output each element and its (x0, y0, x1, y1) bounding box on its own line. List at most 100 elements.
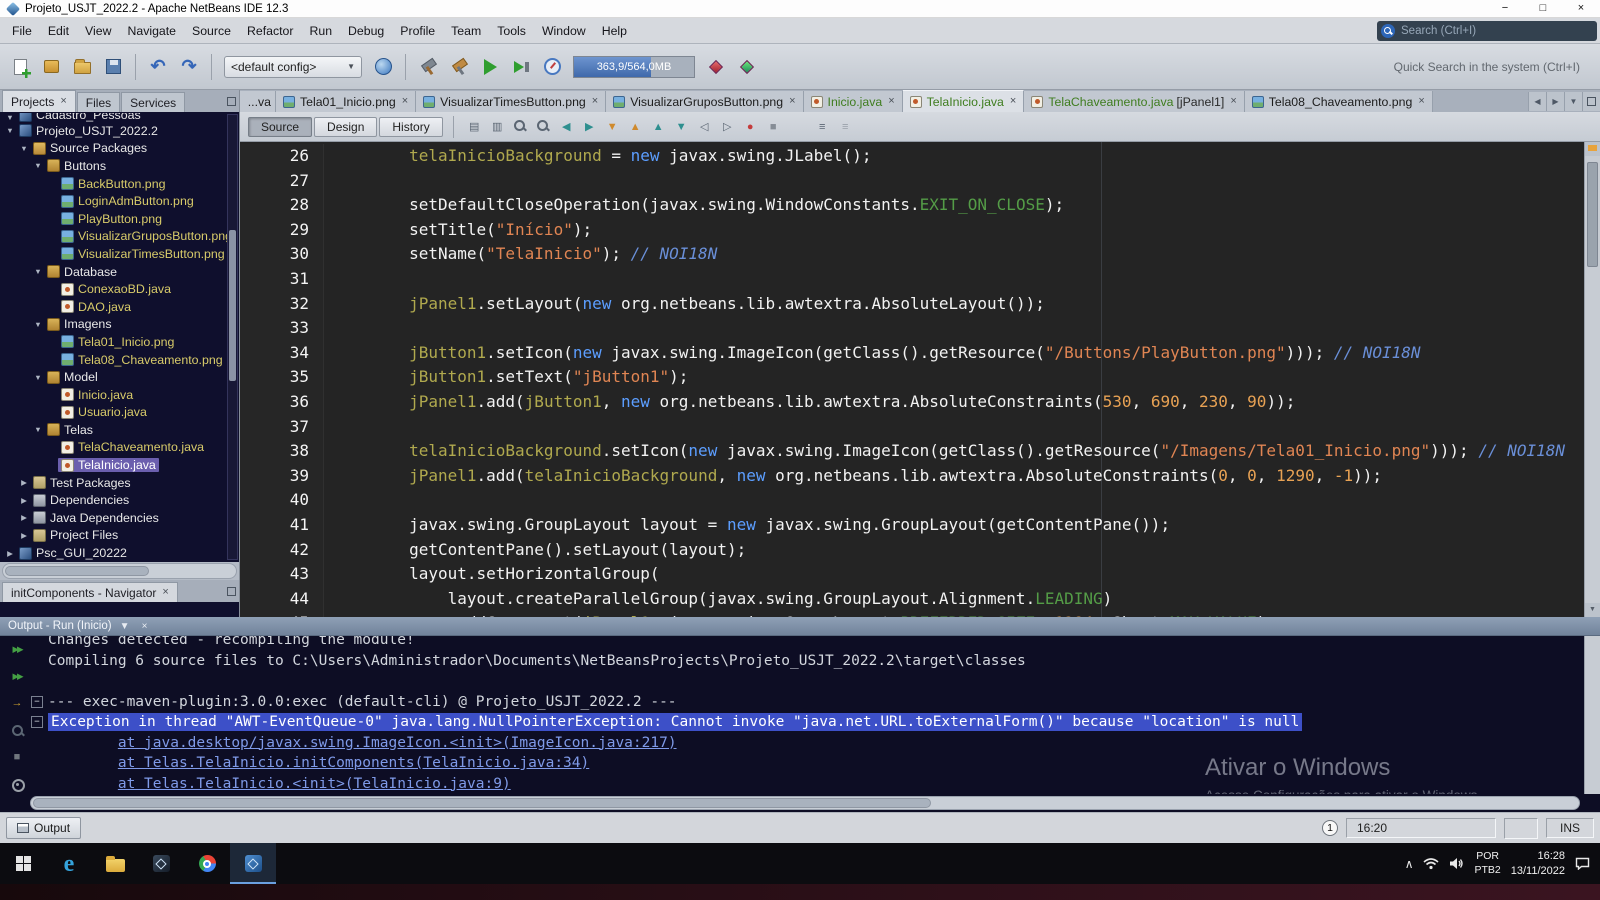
rerun-icon[interactable]: ▶▶ (8, 640, 26, 658)
tree-expand-icon[interactable]: ▶ (18, 531, 30, 540)
tree-item-telainicio-java[interactable]: TelaInicio.java (0, 456, 239, 474)
close-icon[interactable]: × (1230, 96, 1236, 107)
tree-item-telachaveamento-java[interactable]: TelaChaveamento.java (0, 439, 239, 457)
chrome-taskbar-button[interactable] (184, 843, 230, 884)
error-stripe-mark[interactable] (1588, 145, 1597, 151)
scrollbar-thumb[interactable] (1587, 162, 1598, 267)
taskbar-clock[interactable]: 16:28 13/11/2022 (1511, 849, 1565, 879)
close-icon[interactable]: × (592, 96, 598, 107)
editor-tab-va[interactable]: ...va (240, 91, 276, 112)
menu-item-source[interactable]: Source (184, 19, 239, 43)
editor-tab-inicio-java[interactable]: Inicio.java× (804, 91, 903, 112)
scrollbar-thumb[interactable] (5, 566, 149, 576)
redo-button[interactable]: ↷ (175, 53, 203, 81)
menu-item-run[interactable]: Run (301, 19, 340, 43)
editor-tab-telachaveamento-java[interactable]: TelaChaveamento.java [jPanel1]× (1024, 91, 1244, 112)
tree-expand-icon[interactable]: ▶ (4, 549, 16, 558)
panel-tab-services[interactable]: Services (121, 92, 185, 112)
netbeans-active-taskbar-button[interactable] (230, 843, 276, 884)
profile-point-button[interactable] (702, 53, 730, 81)
view-source-button[interactable]: Source (248, 117, 312, 137)
tree-collapse-icon[interactable]: ▼ (32, 267, 44, 276)
profile-snapshot-button[interactable] (733, 53, 761, 81)
toggle-comment-icon[interactable]: ≡ (812, 116, 833, 137)
editor-tab-visualizargruposbutton-png[interactable]: VisualizarGruposButton.png× (606, 91, 803, 112)
edge-taskbar-button[interactable]: e (46, 843, 92, 884)
forward-icon[interactable]: ▶ (579, 116, 600, 137)
resume-icon[interactable]: → (8, 694, 26, 712)
fold-handle-icon[interactable]: − (31, 696, 43, 708)
dock-panel-icon[interactable] (227, 95, 236, 109)
tree-item-source-packages[interactable]: ▼Source Packages (0, 140, 239, 158)
tree-item-backbutton-png[interactable]: BackButton.png (0, 175, 239, 193)
notifications-badge[interactable]: 1 (1322, 820, 1338, 836)
move-up-icon[interactable]: ▲ (648, 116, 669, 137)
versioning-diff-icon[interactable]: ▤ (464, 116, 485, 137)
stop-macro-icon[interactable]: ■ (763, 116, 784, 137)
tree-expand-icon[interactable]: ▶ (18, 513, 30, 522)
editor-tab-tela01-inicio-png[interactable]: Tela01_Inicio.png× (276, 91, 416, 112)
config-select[interactable]: <default config> ▼ (224, 56, 362, 78)
tree-item-inicio-java[interactable]: Inicio.java (0, 386, 239, 404)
menu-item-help[interactable]: Help (594, 19, 635, 43)
close-icon[interactable]: × (789, 96, 795, 107)
tree-item-tela08-chaveamento-png[interactable]: Tela08_Chaveamento.png (0, 351, 239, 369)
minimize-button[interactable]: − (1486, 0, 1524, 17)
dock-navigator-icon[interactable] (227, 585, 236, 599)
build-project-button[interactable] (414, 53, 442, 81)
stack-trace-link[interactable]: at java.desktop/javax.swing.ImageIcon.<i… (118, 735, 677, 751)
find-selection-icon[interactable] (533, 116, 554, 137)
output-console[interactable]: ▶▶▶▶→■ Changes detected - recompiling th… (0, 636, 1584, 794)
close-icon[interactable]: × (60, 96, 66, 107)
tree-item-dao-java[interactable]: DAO.java (0, 298, 239, 316)
output-settings-icon[interactable] (8, 775, 26, 793)
tree-item-psc-gui-20222[interactable]: ▶Psc_GUI_20222 (0, 544, 239, 562)
scrollbar-thumb[interactable] (229, 230, 236, 381)
next-bookmark-icon[interactable]: ▼ (602, 116, 623, 137)
find-in-output-icon[interactable] (8, 721, 26, 739)
close-icon[interactable]: × (1010, 96, 1016, 107)
tree-item-buttons[interactable]: ▼Buttons (0, 157, 239, 175)
menu-item-edit[interactable]: Edit (40, 19, 77, 43)
editor-tab-tela08-chaveamento-png[interactable]: Tela08_Chaveamento.png× (1245, 91, 1433, 112)
panel-tab-projects[interactable]: Projects× (2, 90, 76, 112)
clean-build-button[interactable] (445, 53, 473, 81)
back-icon[interactable]: ◀ (556, 116, 577, 137)
tree-vertical-scrollbar[interactable] (227, 114, 238, 560)
tree-collapse-icon[interactable]: ▼ (32, 320, 44, 329)
new-project-button[interactable] (37, 53, 65, 81)
output-window-button[interactable]: Output (6, 817, 81, 839)
tree-collapse-icon[interactable]: ▼ (18, 144, 30, 153)
code-editor[interactable]: 26 telaInicioBackground = new javax.swin… (240, 142, 1600, 617)
menu-item-team[interactable]: Team (443, 19, 489, 43)
move-down-icon[interactable]: ▼ (671, 116, 692, 137)
editor-vertical-scrollbar[interactable]: ▲ ▼ (1584, 142, 1600, 617)
hidden-icons-caret[interactable]: ∧ (1405, 857, 1414, 871)
volume-icon[interactable] (1449, 857, 1464, 870)
find-icon[interactable] (510, 116, 531, 137)
action-center-icon[interactable] (1575, 857, 1590, 870)
tree-expand-icon[interactable]: ▶ (18, 496, 30, 505)
search-input[interactable] (1395, 25, 1593, 37)
tree-item-database[interactable]: ▼Database (0, 263, 239, 281)
stack-trace-link[interactable]: at Telas.TelaInicio.<init>(TelaInicio.ja… (118, 776, 511, 792)
scroll-down-icon[interactable]: ▼ (1585, 603, 1600, 617)
tab-scroll-left-icon[interactable]: ◀ (1528, 92, 1546, 111)
global-search[interactable] (1377, 21, 1597, 41)
tree-item-conexaobd-java[interactable]: ConexaoBD.java (0, 280, 239, 298)
tree-item-loginadmbutton-png[interactable]: LoginAdmButton.png (0, 192, 239, 210)
maximize-editor-icon[interactable] (1582, 92, 1600, 111)
tree-item-visualizargruposbutton-png[interactable]: VisualizarGruposButton.png (0, 228, 239, 246)
output-menu-icon[interactable]: ▼ (118, 621, 132, 632)
web-browser-button[interactable] (369, 53, 397, 81)
tree-collapse-icon[interactable]: ▼ (4, 126, 16, 135)
scrollbar-thumb[interactable] (33, 798, 931, 808)
shift-left-icon[interactable]: ◁ (694, 116, 715, 137)
shift-right-icon[interactable]: ▷ (717, 116, 738, 137)
menu-item-navigate[interactable]: Navigate (119, 19, 184, 43)
tree-collapse-icon[interactable]: ▼ (32, 373, 44, 382)
output-vertical-scrollbar[interactable] (1584, 636, 1600, 794)
tree-expand-icon[interactable]: ▶ (18, 478, 30, 487)
start-macro-icon[interactable]: ● (740, 116, 761, 137)
output-header[interactable]: Output - Run (Inicio) ▼ × (0, 617, 1600, 636)
